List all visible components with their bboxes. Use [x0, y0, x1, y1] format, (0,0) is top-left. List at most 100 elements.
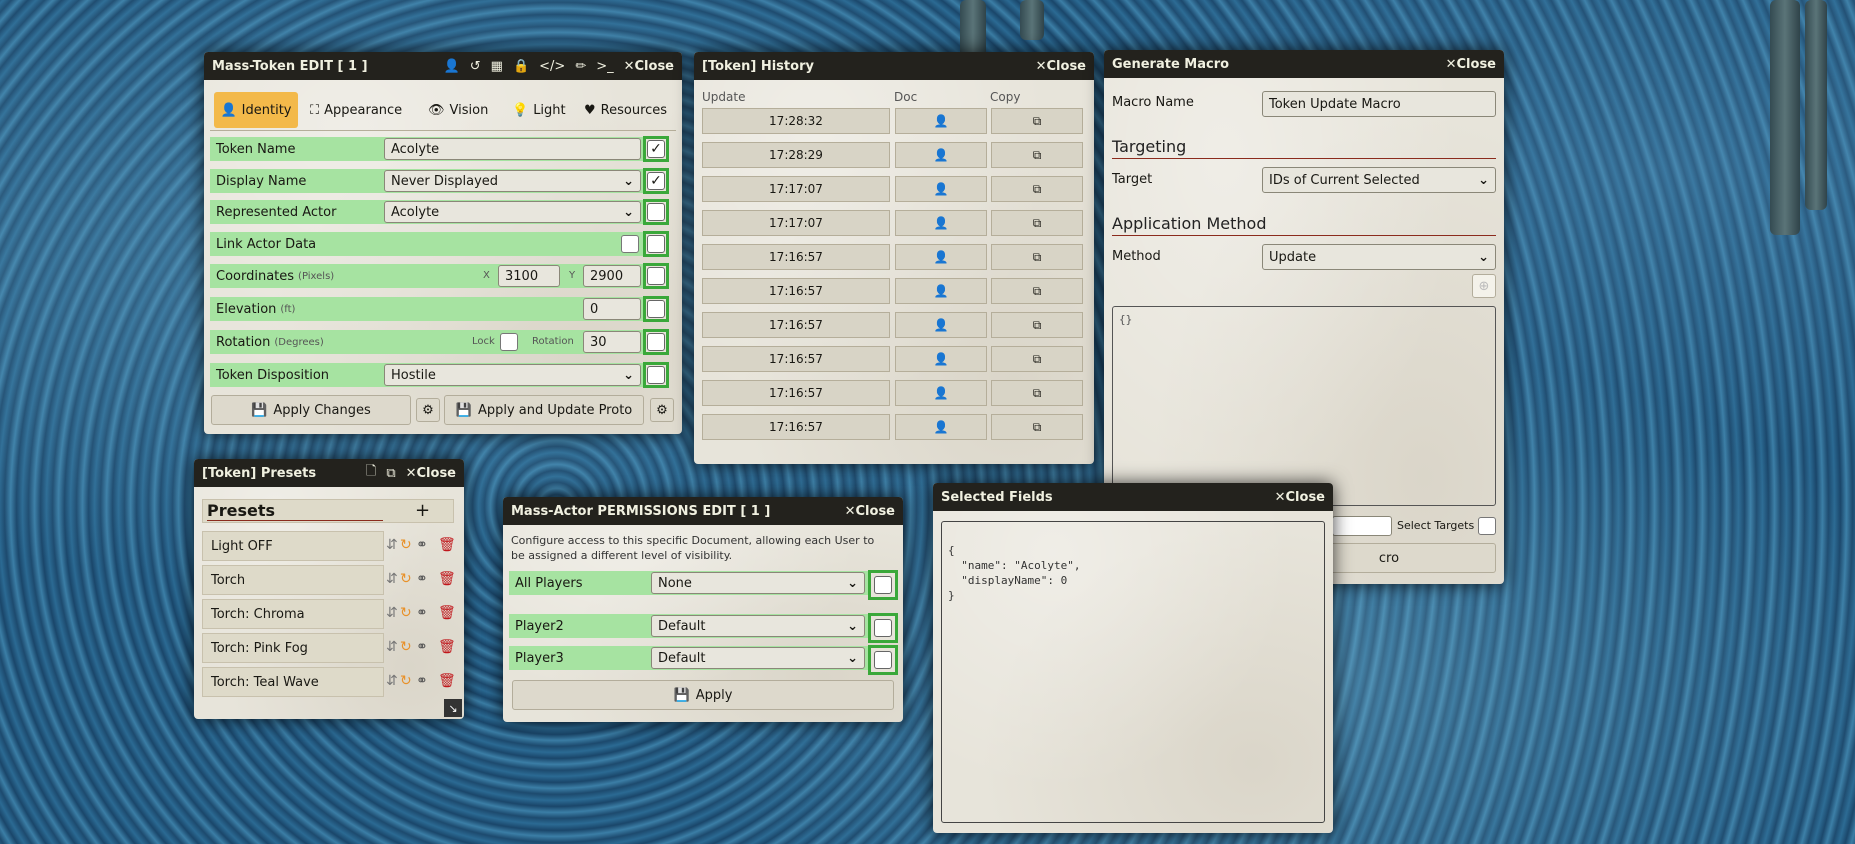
window-header[interactable]: [Token] Presets 🗋 ⧉ ✕Close: [194, 459, 464, 487]
history-doc-button[interactable]: 👤: [895, 278, 987, 304]
token-name-input[interactable]: Acolyte: [384, 138, 641, 160]
history-update-button[interactable]: 17:16:57: [702, 278, 890, 304]
macro-data-textarea[interactable]: {}: [1112, 306, 1496, 506]
apply-update-proto-button[interactable]: 💾 Apply and Update Proto: [444, 395, 644, 425]
sort-arrows-icon[interactable]: ⇵: [386, 605, 398, 621]
trash-icon[interactable]: 🗑: [438, 673, 456, 689]
sync-icon[interactable]: ↻: [400, 605, 412, 621]
permission-checkbox[interactable]: [868, 645, 898, 675]
tab-appearance[interactable]: ⛶ Appearance: [310, 92, 402, 128]
macro-extra-input[interactable]: [1332, 516, 1392, 536]
history-copy-button[interactable]: ⧉: [991, 210, 1083, 236]
history-doc-button[interactable]: 👤: [895, 414, 987, 440]
file-export-icon[interactable]: ⧉: [386, 466, 395, 481]
window-header[interactable]: Mass-Actor PERMISSIONS EDIT [ 1 ] ✕Close: [503, 497, 903, 525]
history-copy-button[interactable]: ⧉: [991, 244, 1083, 270]
history-copy-button[interactable]: ⧉: [991, 278, 1083, 304]
permission-select[interactable]: None: [651, 572, 865, 594]
sync-icon[interactable]: ↻: [400, 673, 412, 689]
x-input[interactable]: 3100: [498, 265, 560, 287]
preset-item[interactable]: Torch: [202, 565, 384, 595]
target-select[interactable]: IDs of Current Selected: [1262, 167, 1496, 193]
coordinates-checkbox[interactable]: [643, 263, 669, 289]
represented-actor-select[interactable]: Acolyte: [384, 201, 641, 223]
link-icon[interactable]: ⚭: [416, 605, 428, 621]
tab-light[interactable]: 💡 Light: [512, 92, 566, 128]
window-header[interactable]: Generate Macro ✕Close: [1104, 50, 1504, 78]
preset-item[interactable]: Torch: Pink Fog: [202, 633, 384, 663]
code-icon[interactable]: </>: [539, 59, 565, 74]
history-doc-button[interactable]: 👤: [895, 108, 987, 134]
apply-changes-button[interactable]: 💾 Apply Changes: [211, 395, 411, 425]
link-actor-checkbox[interactable]: [643, 231, 669, 257]
history-update-button[interactable]: 17:28:29: [702, 142, 890, 168]
history-copy-button[interactable]: ⧉: [991, 414, 1083, 440]
brush-icon[interactable]: ✏: [575, 59, 586, 74]
history-copy-button[interactable]: ⧉: [991, 176, 1083, 202]
rotation-checkbox[interactable]: [643, 329, 669, 355]
history-update-button[interactable]: 17:16:57: [702, 312, 890, 338]
represented-actor-checkbox[interactable]: [643, 199, 669, 225]
link-icon[interactable]: ⚭: [416, 571, 428, 587]
y-input[interactable]: 2900: [583, 265, 641, 287]
sync-icon[interactable]: ↻: [400, 571, 412, 587]
permission-checkbox[interactable]: [868, 570, 898, 600]
permission-select[interactable]: Default: [651, 615, 865, 637]
disposition-select[interactable]: Hostile: [384, 364, 641, 386]
select-targets-checkbox[interactable]: [1478, 517, 1496, 535]
history-doc-button[interactable]: 👤: [895, 210, 987, 236]
selected-fields-textarea[interactable]: { "name": "Acolyte", "displayName": 0}: [941, 521, 1325, 823]
file-import-icon[interactable]: 🗋: [366, 462, 376, 484]
close-button[interactable]: ✕Close: [1275, 490, 1325, 505]
apply-permissions-button[interactable]: 💾 Apply: [512, 680, 894, 710]
macro-name-input[interactable]: Token Update Macro: [1262, 91, 1496, 117]
add-preset-button[interactable]: +: [415, 500, 430, 521]
lock-icon[interactable]: 🔒: [513, 59, 529, 74]
apply-changes-settings-button[interactable]: ⚙: [416, 398, 440, 422]
calendar-icon[interactable]: ▦: [491, 59, 503, 74]
apply-proto-settings-button[interactable]: ⚙: [650, 398, 674, 422]
history-copy-button[interactable]: ⧉: [991, 142, 1083, 168]
history-update-button[interactable]: 17:16:57: [702, 380, 890, 406]
display-name-select[interactable]: Never Displayed: [384, 170, 641, 192]
user-icon[interactable]: 👤: [444, 59, 460, 74]
permission-select[interactable]: Default: [651, 647, 865, 669]
close-button[interactable]: ✕Close: [1036, 59, 1086, 74]
tab-vision[interactable]: 👁 Vision: [428, 92, 488, 128]
rotation-input[interactable]: 30: [583, 331, 641, 353]
history-copy-button[interactable]: ⧉: [991, 380, 1083, 406]
trash-icon[interactable]: 🗑: [438, 605, 456, 621]
sort-arrows-icon[interactable]: ⇵: [386, 537, 398, 553]
close-button[interactable]: ✕Close: [845, 504, 895, 519]
add-field-button[interactable]: ⊕: [1472, 274, 1496, 298]
sort-arrows-icon[interactable]: ⇵: [386, 571, 398, 587]
preset-item[interactable]: Torch: Teal Wave: [202, 667, 384, 697]
preset-item[interactable]: Torch: Chroma: [202, 599, 384, 629]
sort-arrows-icon[interactable]: ⇵: [386, 639, 398, 655]
token-name-checkbox[interactable]: ✓: [643, 136, 669, 162]
display-name-checkbox[interactable]: ✓: [643, 168, 669, 194]
tab-identity[interactable]: 👤 Identity: [214, 92, 298, 128]
sort-arrows-icon[interactable]: ⇵: [386, 673, 398, 689]
elevation-input[interactable]: 0: [583, 298, 641, 320]
history-doc-button[interactable]: 👤: [895, 346, 987, 372]
history-doc-button[interactable]: 👤: [895, 142, 987, 168]
history-copy-button[interactable]: ⧉: [991, 108, 1083, 134]
sync-icon[interactable]: ↻: [400, 639, 412, 655]
history-update-button[interactable]: 17:17:07: [702, 210, 890, 236]
history-update-button[interactable]: 17:16:57: [702, 244, 890, 270]
permission-checkbox[interactable]: [868, 613, 898, 643]
history-update-button[interactable]: 17:16:57: [702, 346, 890, 372]
history-doc-button[interactable]: 👤: [895, 380, 987, 406]
terminal-icon[interactable]: >_: [596, 59, 613, 74]
elevation-checkbox[interactable]: [643, 296, 669, 322]
history-update-button[interactable]: 17:16:57: [702, 414, 890, 440]
link-icon[interactable]: ⚭: [416, 673, 428, 689]
window-header[interactable]: [Token] History ✕Close: [694, 52, 1094, 80]
history-doc-button[interactable]: 👤: [895, 176, 987, 202]
history-icon[interactable]: ↺: [470, 59, 481, 74]
history-doc-button[interactable]: 👤: [895, 244, 987, 270]
close-button[interactable]: ✕Close: [1446, 57, 1496, 72]
tab-resources[interactable]: ♥ Resources: [584, 92, 674, 128]
trash-icon[interactable]: 🗑: [438, 537, 456, 553]
